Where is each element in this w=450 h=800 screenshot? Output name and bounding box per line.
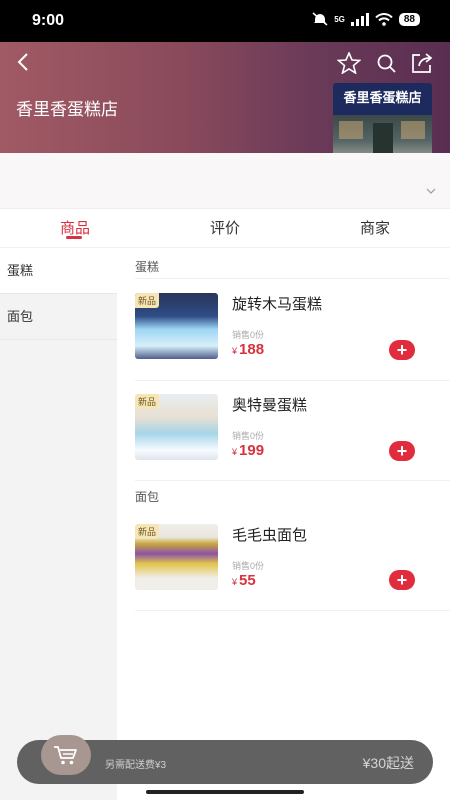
currency-symbol: ¥	[232, 577, 238, 587]
price-value: 199	[239, 442, 265, 459]
product-item[interactable]: 新品 旋转木马蛋糕 销售0份 ¥188	[135, 293, 435, 383]
divider	[135, 278, 450, 279]
shop-header: 香里香蛋糕店 香里香蛋糕店	[0, 42, 450, 162]
new-badge: 新品	[135, 394, 160, 409]
category-sidebar: 蛋糕 面包	[0, 248, 117, 800]
add-to-cart-button[interactable]: +	[389, 570, 415, 590]
add-to-cart-button[interactable]: +	[389, 441, 415, 461]
price-value: 188	[239, 341, 265, 358]
currency-symbol: ¥	[232, 346, 238, 356]
status-time: 9:00	[32, 12, 65, 29]
search-icon[interactable]	[375, 52, 399, 74]
cart-icon[interactable]	[53, 744, 79, 766]
tab-merchant[interactable]: 商家	[335, 217, 415, 238]
storefront-sign: 香里香蛋糕店	[333, 83, 432, 115]
back-icon[interactable]	[14, 50, 34, 74]
active-tab-indicator	[66, 236, 82, 239]
shop-name: 香里香蛋糕店	[16, 100, 118, 119]
product-list: 蛋糕 新品 旋转木马蛋糕 销售0份 ¥188 + 新品 奥特曼蛋糕 销售0份 ¥…	[117, 248, 450, 800]
star-icon[interactable]	[337, 52, 361, 74]
product-image[interactable]: 新品	[135, 524, 218, 590]
status-bar: 9:00 5G 88	[0, 0, 450, 42]
sidebar-item-bread[interactable]: 面包	[0, 294, 117, 340]
sales-count: 销售0份	[232, 561, 265, 571]
section-title-bread: 面包	[135, 490, 160, 504]
sales-count: 销售0份	[232, 330, 265, 340]
product-name[interactable]: 旋转木马蛋糕	[232, 293, 322, 314]
signal-icon	[350, 12, 369, 26]
product-name[interactable]: 毛毛虫面包	[232, 524, 307, 545]
tab-products[interactable]: 商品	[35, 217, 115, 238]
product-image[interactable]: 新品	[135, 293, 218, 359]
sales-count: 销售0份	[232, 431, 265, 441]
divider	[135, 480, 450, 481]
battery-indicator: 88	[398, 12, 420, 26]
product-item[interactable]: 新品 奥特曼蛋糕 销售0份 ¥199	[135, 394, 435, 484]
product-item[interactable]: 新品 毛毛虫面包 销售0份 ¥55	[135, 524, 435, 614]
divider	[135, 380, 450, 381]
network-type: 5G	[334, 14, 345, 24]
status-icons: 5G 88	[312, 12, 420, 26]
tab-bar: 商品 评价 商家	[0, 208, 450, 248]
new-badge: 新品	[135, 524, 160, 539]
product-price: ¥55	[232, 572, 256, 589]
wifi-icon	[375, 12, 393, 26]
shop-info-strip[interactable]	[0, 153, 450, 208]
mute-icon	[312, 12, 328, 26]
product-name[interactable]: 奥特曼蛋糕	[232, 394, 307, 415]
product-price: ¥188	[232, 341, 264, 358]
new-badge: 新品	[135, 293, 160, 308]
home-indicator[interactable]	[146, 790, 304, 794]
delivery-fee-note: 另需配送费¥3	[105, 760, 167, 771]
product-price: ¥199	[232, 442, 264, 459]
chevron-down-icon[interactable]	[426, 187, 436, 195]
product-image[interactable]: 新品	[135, 394, 218, 460]
tab-reviews[interactable]: 评价	[185, 217, 265, 238]
storefront-window	[401, 121, 425, 139]
section-title-cake: 蛋糕	[135, 260, 160, 274]
share-icon[interactable]	[410, 52, 434, 74]
storefront-window	[339, 121, 363, 139]
sidebar-item-cake[interactable]: 蛋糕	[0, 248, 117, 294]
storefront-photo: 香里香蛋糕店	[333, 83, 432, 162]
currency-symbol: ¥	[232, 447, 238, 457]
divider	[135, 610, 450, 611]
price-value: 55	[239, 572, 256, 589]
minimum-order: ¥30起送	[362, 755, 414, 771]
add-to-cart-button[interactable]: +	[389, 340, 415, 360]
